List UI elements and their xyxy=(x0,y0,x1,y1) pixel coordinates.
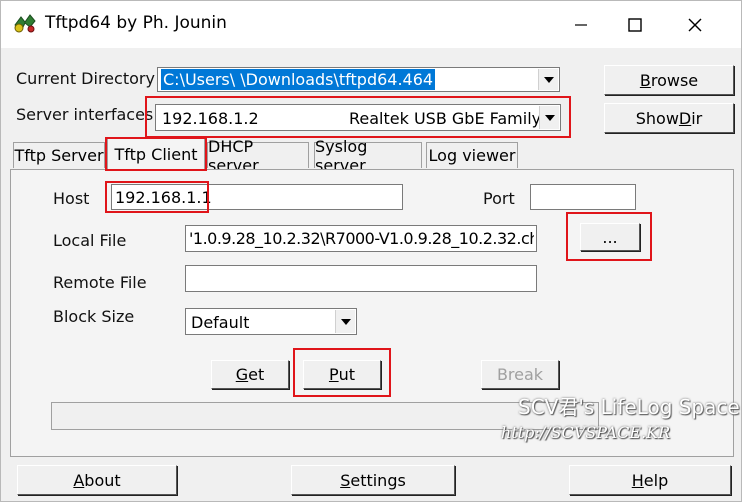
settings-accel: S xyxy=(340,470,351,490)
server-interfaces-combo[interactable]: 192.168.1.2 Realtek USB GbE Family C xyxy=(155,104,561,131)
watermark-title: SCV君's LifeLog Space xyxy=(518,395,740,419)
tab-tftp-server[interactable]: Tftp Server xyxy=(13,142,105,168)
local-file-label: Local File xyxy=(53,231,127,250)
about-button[interactable]: About xyxy=(17,465,177,495)
get-accel: G xyxy=(235,365,249,384)
show-dir-button[interactable]: Show Dir xyxy=(604,103,734,133)
current-directory-value: C:\Users\ \Downloads\tftpd64.464 xyxy=(161,69,436,90)
local-file-value: '1.0.9.28_10.2.32\R7000-V1.0.9.28_10.2.3… xyxy=(189,229,534,248)
host-label: Host xyxy=(53,189,90,208)
close-icon xyxy=(688,18,702,31)
host-value: 192.168.1.1 xyxy=(115,188,212,207)
settings-text: ettings xyxy=(350,470,406,490)
put-button[interactable]: Put xyxy=(303,360,381,389)
watermark-url: http://SCVSPACE.KR xyxy=(501,423,671,442)
current-directory-dropdown[interactable] xyxy=(538,69,558,90)
get-button[interactable]: Get xyxy=(211,360,289,389)
chevron-down-icon xyxy=(543,76,554,83)
about-accel: A xyxy=(73,470,85,490)
port-input[interactable] xyxy=(530,184,636,210)
title-bar[interactable]: Tftpd64 by Ph. Jounin xyxy=(1,1,741,48)
tab-syslog-server[interactable]: Syslog server xyxy=(314,137,422,175)
put-accel: P xyxy=(328,365,339,384)
show-dir-accel: D xyxy=(678,108,692,128)
settings-button[interactable]: Settings xyxy=(291,465,455,495)
browse-accel: B xyxy=(639,70,651,90)
port-label: Port xyxy=(483,189,515,208)
block-size-value: Default xyxy=(191,313,250,332)
browse-button[interactable]: Browse xyxy=(604,65,734,95)
browse-local-file-button[interactable]: ... xyxy=(580,223,640,251)
block-size-dropdown[interactable] xyxy=(335,310,355,333)
about-text: bout xyxy=(84,470,121,490)
remote-file-label: Remote File xyxy=(53,273,147,292)
put-text: ut xyxy=(338,365,356,384)
maximize-button[interactable] xyxy=(611,1,659,48)
local-file-input[interactable]: '1.0.9.28_10.2.32\R7000-V1.0.9.28_10.2.3… xyxy=(185,225,537,252)
remote-file-input[interactable] xyxy=(185,265,537,292)
tab-log-viewer[interactable]: Log viewer xyxy=(426,142,518,168)
server-interfaces-label: Server interfaces xyxy=(16,105,154,124)
server-interface-adapter: Realtek USB GbE Family C xyxy=(349,109,539,128)
block-size-label: Block Size xyxy=(53,307,135,326)
tftpd64-window: Tftpd64 by Ph. Jounin Current Directory … xyxy=(0,0,742,502)
tab-dhcp-server[interactable]: DHCP server xyxy=(207,137,309,175)
current-directory-combo[interactable]: C:\Users\ \Downloads\tftpd64.464 xyxy=(157,67,560,92)
maximize-icon xyxy=(628,17,642,32)
current-directory-label: Current Directory xyxy=(16,69,155,88)
chevron-down-icon xyxy=(340,318,351,325)
window-title: Tftpd64 by Ph. Jounin xyxy=(45,13,227,33)
help-text: elp xyxy=(643,470,669,490)
chevron-down-icon xyxy=(544,114,555,121)
show-dir-pre: Show xyxy=(635,108,679,128)
browse-text: rowse xyxy=(650,70,699,90)
tab-tftp-client[interactable]: Tftp Client xyxy=(107,138,205,170)
help-accel: H xyxy=(631,470,644,490)
break-button[interactable]: Break xyxy=(481,360,559,389)
close-button[interactable] xyxy=(671,1,719,48)
tftp-app-icon xyxy=(14,14,36,33)
minimize-icon xyxy=(575,23,587,26)
server-interfaces-dropdown[interactable] xyxy=(539,106,559,129)
block-size-combo[interactable]: Default xyxy=(185,308,357,335)
minimize-button[interactable] xyxy=(557,1,605,48)
host-input[interactable]: 192.168.1.1 xyxy=(111,184,403,210)
server-interface-ip: 192.168.1.2 xyxy=(162,109,259,128)
show-dir-post: ir xyxy=(691,108,703,128)
help-button[interactable]: Help xyxy=(569,465,731,495)
get-text: et xyxy=(248,365,265,384)
